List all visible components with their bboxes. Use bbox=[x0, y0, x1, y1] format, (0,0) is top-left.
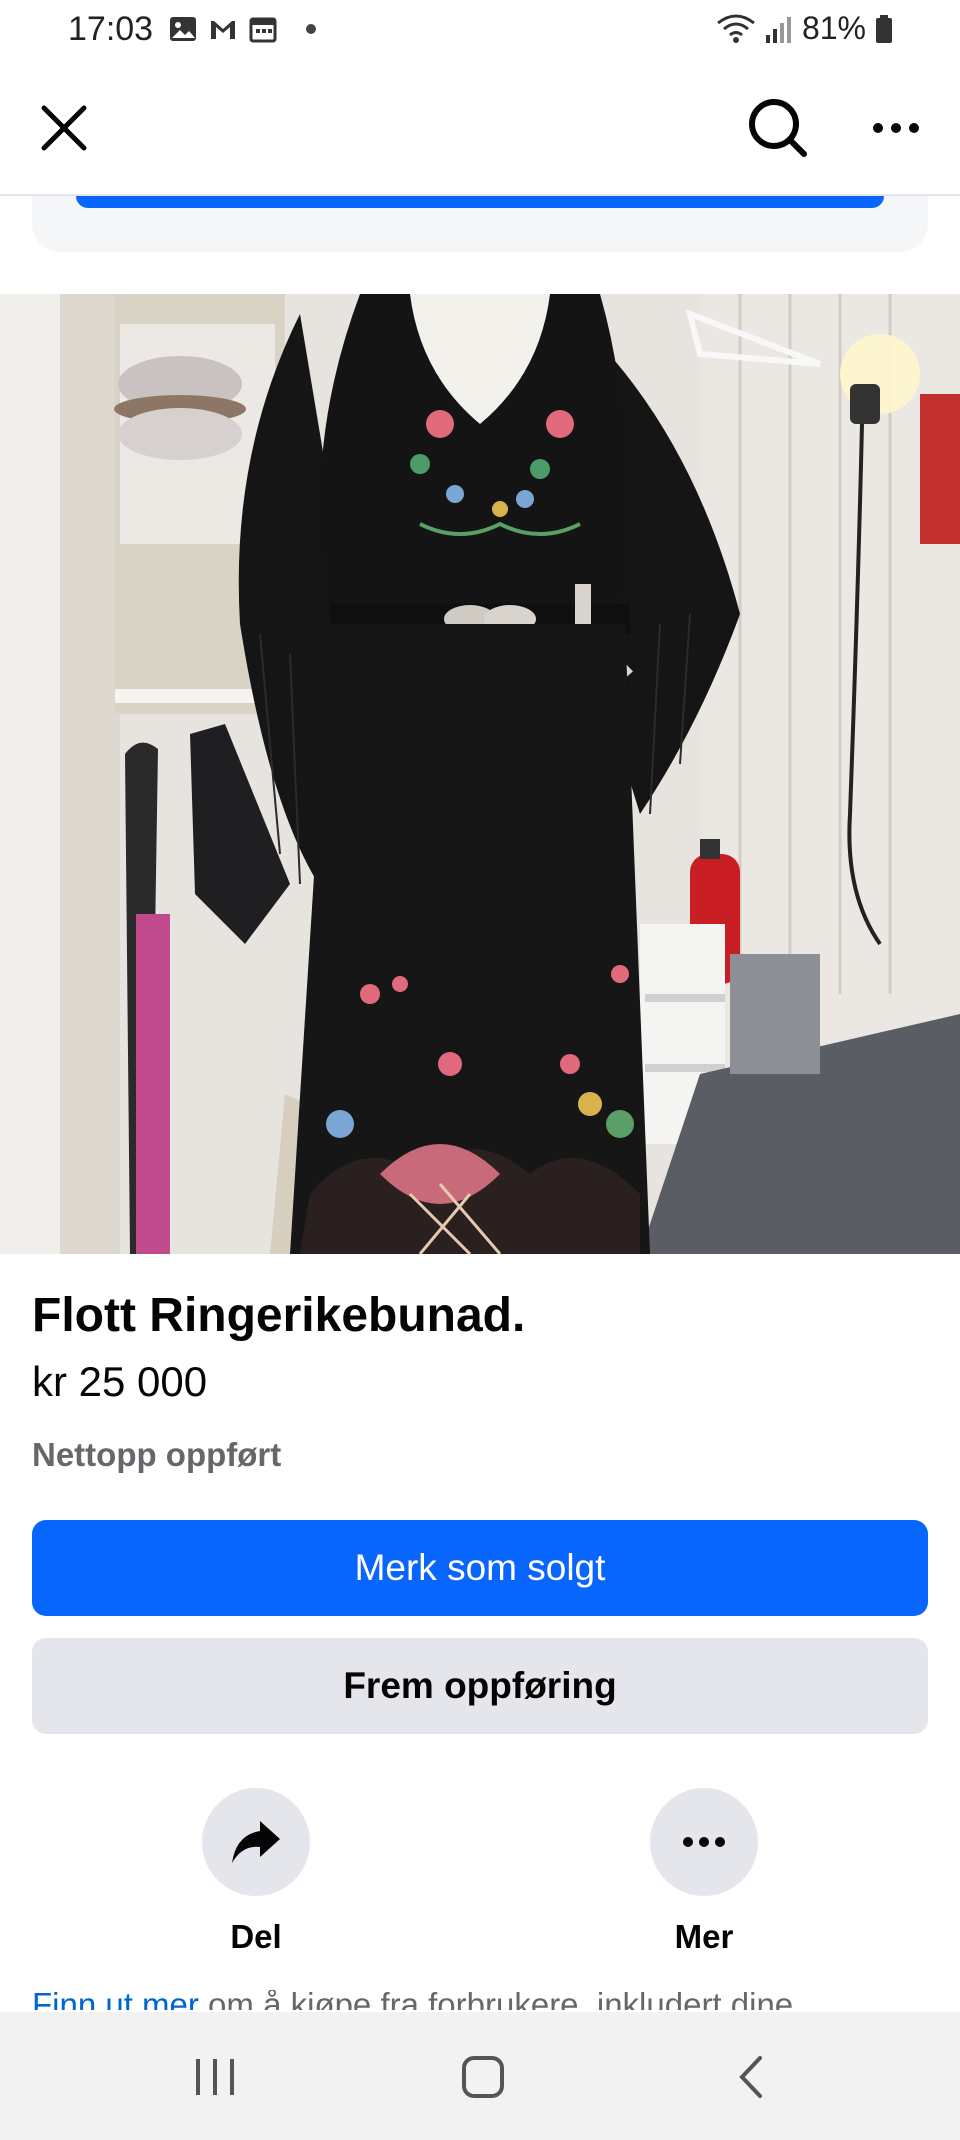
image-icon bbox=[170, 17, 196, 41]
learn-more-link[interactable]: Finn ut mer bbox=[32, 1990, 199, 2010]
share-action[interactable]: Del bbox=[202, 1788, 310, 1956]
back-icon bbox=[739, 2056, 762, 2098]
system-nav-bar bbox=[0, 2012, 960, 2140]
recents-button[interactable] bbox=[180, 2042, 250, 2112]
more-button[interactable] bbox=[650, 1788, 758, 1896]
previous-card-button[interactable] bbox=[76, 196, 884, 208]
listing-title: Flott Ringerikebunad. bbox=[32, 1289, 526, 1342]
mark-as-sold-label: Merk som solgt bbox=[354, 1547, 606, 1588]
recents-icon bbox=[196, 2059, 234, 2095]
share-button[interactable] bbox=[202, 1788, 310, 1896]
battery-percent: 81% bbox=[801, 10, 866, 46]
status-time: 17:03 bbox=[68, 10, 154, 48]
previous-card bbox=[32, 196, 928, 252]
more-horizontal-icon bbox=[683, 1837, 725, 1847]
search-icon bbox=[749, 99, 807, 157]
listing-photo[interactable] bbox=[0, 294, 960, 1254]
promote-listing-label: Frem oppføring bbox=[343, 1665, 617, 1706]
calendar-icon bbox=[249, 17, 277, 43]
listing-price: kr 25 000 bbox=[32, 1358, 208, 1405]
promote-listing-button[interactable]: Frem oppføring bbox=[32, 1638, 928, 1734]
share-label: Del bbox=[230, 1918, 282, 1955]
signal-icon bbox=[765, 16, 791, 43]
notification-dot bbox=[306, 24, 316, 34]
status-right: 81% bbox=[716, 10, 894, 47]
listing-status: Nettopp oppført bbox=[32, 1436, 282, 1473]
mark-as-sold-button[interactable]: Merk som solgt bbox=[32, 1520, 928, 1616]
wifi-icon bbox=[717, 14, 755, 43]
more-options-button[interactable] bbox=[858, 90, 934, 166]
buyer-info-text: Finn ut mer om å kjøpe fra forbrukere, i… bbox=[32, 1990, 932, 2010]
home-icon bbox=[462, 2056, 504, 2098]
close-icon bbox=[41, 105, 87, 151]
status-bar: 17:03 81% bbox=[0, 0, 960, 60]
more-action[interactable]: Mer bbox=[650, 1788, 758, 1956]
buyer-info-rest: om å kjøpe fra forbrukere, inkludert din… bbox=[198, 1990, 794, 2010]
back-button[interactable] bbox=[716, 2042, 786, 2112]
search-button[interactable] bbox=[740, 90, 816, 166]
more-label: Mer bbox=[674, 1918, 734, 1955]
battery-icon bbox=[876, 14, 892, 43]
home-button[interactable] bbox=[448, 2042, 518, 2112]
bunad-photo bbox=[0, 294, 960, 1254]
more-horizontal-icon bbox=[873, 123, 919, 133]
close-button[interactable] bbox=[26, 90, 102, 166]
notification-icons bbox=[168, 14, 278, 44]
share-icon bbox=[232, 1821, 280, 1863]
gmail-icon bbox=[211, 21, 235, 39]
top-app-bar bbox=[0, 60, 960, 196]
